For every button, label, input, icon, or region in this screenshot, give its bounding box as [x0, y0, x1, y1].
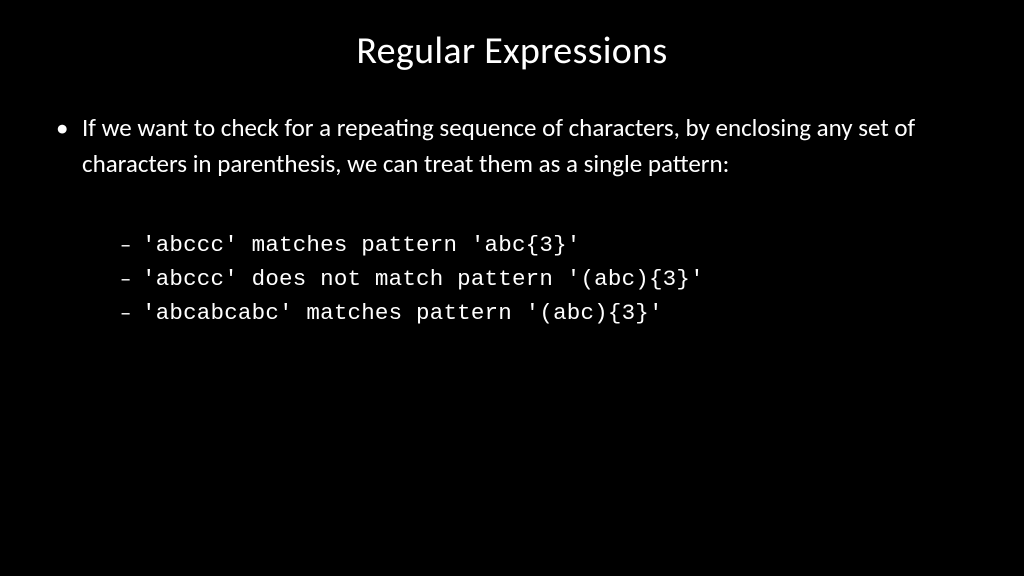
list-item: 'abccc' does not match pattern '(abc){3}… [120, 263, 974, 297]
list-item: 'abccc' matches pattern 'abc{3}' [120, 229, 974, 263]
slide-container: Regular Expressions If we want to check … [0, 0, 1024, 576]
slide-title: Regular Expressions [50, 28, 974, 74]
list-item: 'abcabcabc' matches pattern '(abc){3}' [120, 297, 974, 331]
main-bullet-text: If we want to check for a repeating sequ… [50, 110, 974, 181]
sub-bullet-list: 'abccc' matches pattern 'abc{3}' 'abccc'… [50, 229, 974, 330]
